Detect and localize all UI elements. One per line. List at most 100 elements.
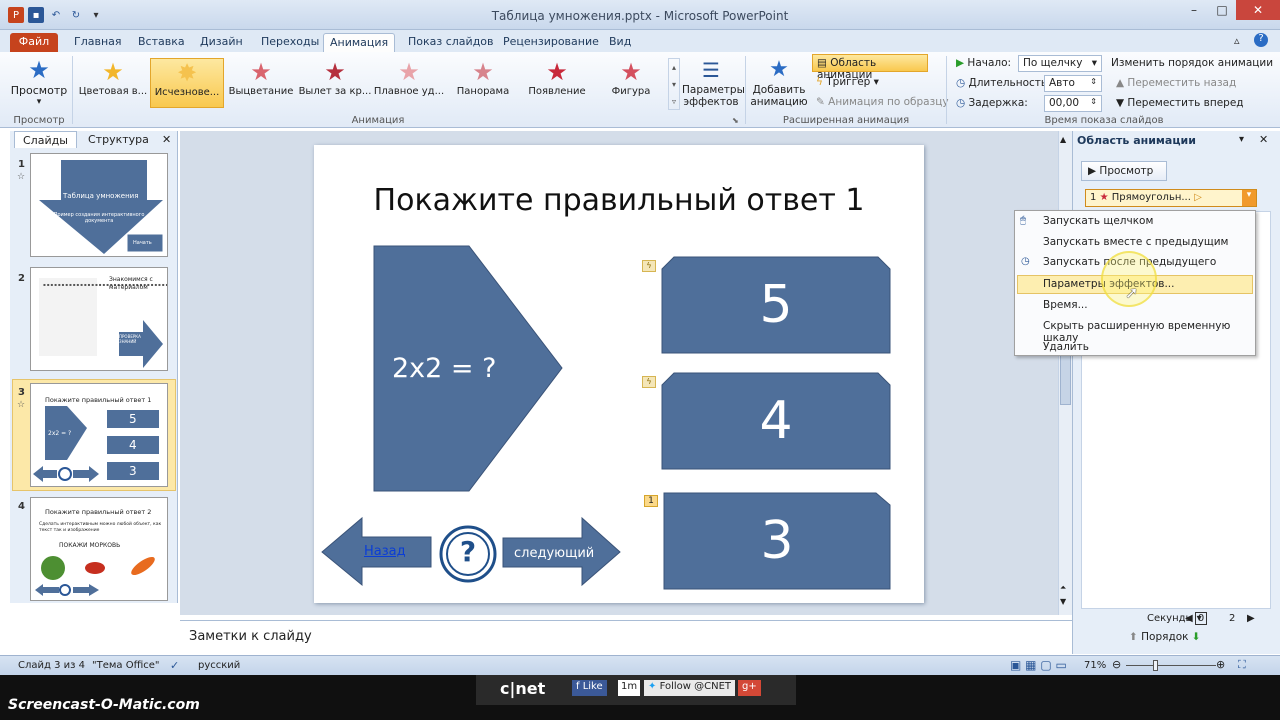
view-buttons[interactable]: ▣ ▦ ▢ ▭	[1010, 658, 1067, 672]
animation-list-item[interactable]: 1 ★ Прямоугольн... ▷ ▾	[1085, 189, 1257, 207]
menu-item-delete[interactable]: Удалить	[1043, 341, 1089, 353]
anim-disappear[interactable]: ✸ Исчезнове...	[150, 58, 224, 108]
sorter-view-icon[interactable]: ▦	[1025, 658, 1036, 672]
google-plus-button[interactable]: g+	[738, 680, 761, 696]
notes-pane[interactable]: Заметки к слайду	[180, 620, 1072, 654]
tab-insert[interactable]: Вставка	[132, 33, 191, 52]
anim-label: Выцветание	[228, 86, 294, 97]
tab-review[interactable]: Рецензирование	[497, 33, 605, 52]
anim-pan[interactable]: ★ Панорама	[446, 58, 520, 108]
back-link[interactable]: Назад	[364, 544, 406, 559]
tab-design[interactable]: Дизайн	[194, 33, 249, 52]
close-icon[interactable]: ✕	[1236, 0, 1280, 20]
preview-button[interactable]: ★ Просмотр ▾	[10, 56, 68, 112]
scroll-up-page-icon[interactable]: ⏶	[1060, 583, 1066, 593]
trigger-lightning-icon[interactable]: ϟ	[642, 376, 656, 388]
scroll-down-icon[interactable]: ▼	[1060, 597, 1066, 606]
fit-to-window-icon[interactable]: ⛶	[1238, 658, 1246, 672]
answer-text-5: 5	[759, 275, 793, 335]
add-animation-button[interactable]: ★ Добавить анимацию	[748, 56, 810, 114]
effect-params-button[interactable]: ☰ Параметры эффектов	[682, 56, 745, 114]
start-select[interactable]: По щелчку ▾	[1018, 55, 1102, 72]
slide-4-preview	[35, 556, 155, 596]
anim-color-pulse[interactable]: ★ Цветовая в...	[76, 58, 150, 108]
move-back-button[interactable]: ▲ Переместить назад	[1116, 77, 1236, 89]
mouse-pointer-icon: ➚	[1125, 283, 1139, 302]
dialog-launcher-icon[interactable]: ⬊	[732, 116, 739, 125]
like-count: 1m	[618, 680, 641, 696]
tab-slideshow[interactable]: Показ слайдов	[402, 33, 500, 52]
scroll-up-icon[interactable]: ▲	[1060, 135, 1066, 144]
trigger-button[interactable]: ϟ Триггер ▾	[816, 76, 879, 88]
tab-outline[interactable]: Структура	[80, 131, 157, 148]
tab-animation[interactable]: Анимация	[323, 33, 396, 52]
slide-3[interactable]: Покажите правильный ответ 1 2x2 = ? 5 4 …	[314, 145, 924, 603]
duration-label-text: Длительность:	[968, 77, 1051, 89]
menu-item-start-with-previous[interactable]: Запускать вместе с предыдущим	[1043, 236, 1228, 248]
theme-name[interactable]: "Тема Office"	[92, 660, 160, 671]
slideshow-icon[interactable]: ▭	[1056, 658, 1067, 672]
help-icon[interactable]: ?	[1254, 33, 1268, 47]
ribbon: ★ Просмотр ▾ Просмотр ★ Цветовая в... ✸ Ис…	[0, 52, 1280, 128]
facebook-like-button[interactable]: f Like	[572, 680, 607, 696]
anim-shape[interactable]: ★ Фигура	[594, 58, 668, 108]
slide-thumbnail-1[interactable]: Таблица умножения Пример создания интера…	[30, 153, 168, 257]
thumb-answer: 5	[129, 412, 137, 426]
star-icon: ★	[620, 58, 642, 86]
seconds-dropdown[interactable]: Секунды ▾	[1147, 613, 1202, 624]
thumb-arrow-label: ПРОВЕРКА ЗНАНИЙ	[119, 334, 141, 344]
slide-thumbnail-2[interactable]: ▪▪▪▪▪▪▪▪▪▪▪▪▪▪▪▪▪▪▪▪▪▪▪▪▪▪▪▪▪▪▪▪▪▪▪▪▪▪▪▪…	[30, 267, 168, 371]
zoom-slider[interactable]	[1126, 665, 1216, 666]
language[interactable]: русский	[198, 660, 240, 671]
reading-view-icon[interactable]: ▢	[1040, 658, 1051, 672]
tab-view[interactable]: Вид	[603, 33, 637, 52]
item-dropdown-icon[interactable]: ▾	[1242, 190, 1256, 206]
duration-value: Авто	[1049, 77, 1075, 89]
reorder-up-icon[interactable]: ⬆	[1129, 631, 1141, 643]
anim-appear[interactable]: ★ Появление	[520, 58, 594, 108]
anim-float[interactable]: ★ Плавное уд...	[372, 58, 446, 108]
timeline-right-icon[interactable]: ▶	[1247, 613, 1255, 624]
item-order: 1	[1090, 192, 1097, 203]
maximize-icon[interactable]: □	[1208, 0, 1236, 20]
tab-file[interactable]: Файл	[10, 33, 58, 52]
zoom-thumb[interactable]	[1153, 660, 1158, 671]
animation-order-tag[interactable]: 1	[644, 495, 658, 507]
minimize-icon[interactable]: –	[1180, 0, 1208, 20]
collapse-ribbon-icon[interactable]: ▵	[1234, 34, 1240, 47]
close-pane-icon[interactable]: ✕	[162, 133, 171, 146]
menu-item-start-on-click[interactable]: Запускать щелчком	[1043, 215, 1153, 227]
zoom-level[interactable]: 71%	[1084, 660, 1106, 671]
pane-options-icon[interactable]: ▾	[1239, 134, 1244, 145]
tab-home[interactable]: Главная	[68, 33, 128, 52]
anim-fly-out[interactable]: ★ Вылет за кр...	[298, 58, 372, 108]
move-back-label: Переместить назад	[1127, 77, 1237, 89]
tab-transitions[interactable]: Переходы	[255, 33, 325, 52]
anim-fade[interactable]: ★ Выцветание	[224, 58, 298, 108]
trigger-lightning-icon[interactable]: ϟ	[642, 260, 656, 272]
slide-thumbnail-4[interactable]: Покажите правильный ответ 2 Сделать инте…	[30, 497, 168, 601]
gallery-scroll[interactable]: ▴ ▾ ▿	[668, 58, 680, 110]
dropdown-arrow-icon: ▾	[36, 97, 42, 107]
normal-view-icon[interactable]: ▣	[1010, 658, 1021, 672]
slide-thumbnail-3[interactable]: Покажите правильный ответ 1 2x2 = ? 5 4 …	[30, 383, 168, 487]
menu-item-timing[interactable]: Время...	[1043, 299, 1088, 311]
move-forward-button[interactable]: ▼ Переместить вперед	[1116, 97, 1244, 109]
reorder-down-icon[interactable]: ⬇	[1188, 631, 1201, 643]
slide-number: 1	[18, 159, 25, 170]
close-pane-icon[interactable]: ✕	[1259, 133, 1268, 146]
zoom-out-icon[interactable]: ⊖	[1112, 658, 1121, 671]
answer-text-4: 4	[759, 391, 793, 451]
twitter-follow-button[interactable]: ✦ Follow @CNET	[644, 680, 735, 696]
slide-number: 2	[18, 273, 25, 284]
ribbon-tabs: Файл Главная Вставка Дизайн Переходы Ани…	[0, 30, 1280, 52]
timeline-left-icon[interactable]: ◀	[1185, 613, 1193, 624]
canvas-scrollbar[interactable]: ▲ ⏶ ▼	[1058, 131, 1072, 615]
spellcheck-icon[interactable]: ✓	[170, 659, 179, 672]
play-button[interactable]: ▶ Просмотр	[1081, 161, 1167, 181]
duration-input[interactable]: Авто ⇕	[1044, 75, 1102, 92]
zoom-in-icon[interactable]: ⊕	[1216, 658, 1225, 671]
tab-slides[interactable]: Слайды	[14, 131, 77, 148]
delay-input[interactable]: 00,00 ⇕	[1044, 95, 1102, 112]
animation-pane-button[interactable]: ▤ Область анимации	[812, 54, 928, 81]
